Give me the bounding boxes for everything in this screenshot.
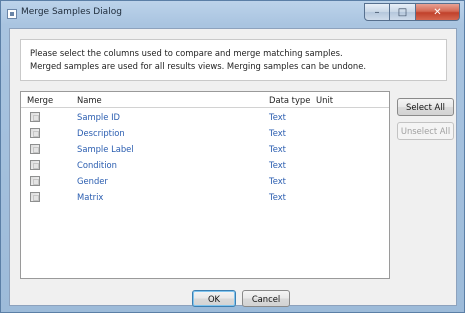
row-data-type: Text — [269, 144, 286, 154]
row-name: Sample Label — [77, 144, 134, 154]
instructions-line-1: Please select the columns used to compar… — [30, 48, 343, 58]
caption-buttons: – □ ✕ — [364, 3, 460, 21]
row-name: Description — [77, 128, 125, 138]
maximize-button[interactable]: □ — [390, 3, 416, 21]
title-bar[interactable]: Merge Samples Dialog – □ ✕ — [1, 1, 464, 27]
instructions-panel: Please select the columns used to compar… — [20, 39, 447, 81]
row-data-type: Text — [269, 176, 286, 186]
row-name: Condition — [77, 160, 117, 170]
cancel-button[interactable]: Cancel — [242, 290, 290, 307]
unselect-all-button: Unselect All — [397, 122, 454, 140]
table-row[interactable]: Sample Label Text — [21, 142, 389, 158]
unit-column-header[interactable]: Unit — [316, 95, 333, 105]
row-name: Gender — [77, 176, 108, 186]
merge-checkbox[interactable] — [30, 128, 40, 138]
row-data-type: Text — [269, 160, 286, 170]
merge-column-header[interactable]: Merge — [27, 95, 53, 105]
row-data-type: Text — [269, 192, 286, 202]
window-title: Merge Samples Dialog — [21, 7, 122, 17]
row-name: Sample ID — [77, 112, 120, 122]
columns-table: Merge Name Data type Unit Sample ID Text… — [20, 91, 390, 279]
merge-checkbox[interactable] — [30, 160, 40, 170]
table-row[interactable]: Gender Text — [21, 174, 389, 190]
table-row[interactable]: Condition Text — [21, 158, 389, 174]
select-all-button[interactable]: Select All — [397, 98, 454, 116]
table-header: Merge Name Data type Unit — [21, 92, 389, 108]
table-row[interactable]: Sample ID Text — [21, 110, 389, 126]
ok-button[interactable]: OK — [192, 290, 236, 307]
table-row[interactable]: Description Text — [21, 126, 389, 142]
merge-checkbox[interactable] — [30, 112, 40, 122]
merge-checkbox[interactable] — [30, 144, 40, 154]
merge-checkbox[interactable] — [30, 176, 40, 186]
merge-samples-dialog: Merge Samples Dialog – □ ✕ Please select… — [0, 0, 465, 313]
name-column-header[interactable]: Name — [77, 95, 102, 105]
close-button[interactable]: ✕ — [416, 3, 460, 21]
table-row[interactable]: Matrix Text — [21, 190, 389, 206]
dialog-content: Please select the columns used to compar… — [9, 28, 457, 307]
merge-checkbox[interactable] — [30, 192, 40, 202]
row-data-type: Text — [269, 112, 286, 122]
row-name: Matrix — [77, 192, 104, 202]
data-type-column-header[interactable]: Data type — [269, 95, 310, 105]
window-icon — [7, 9, 17, 19]
row-data-type: Text — [269, 128, 286, 138]
minimize-button[interactable]: – — [364, 3, 390, 21]
instructions-line-2: Merged samples are used for all results … — [30, 60, 367, 71]
